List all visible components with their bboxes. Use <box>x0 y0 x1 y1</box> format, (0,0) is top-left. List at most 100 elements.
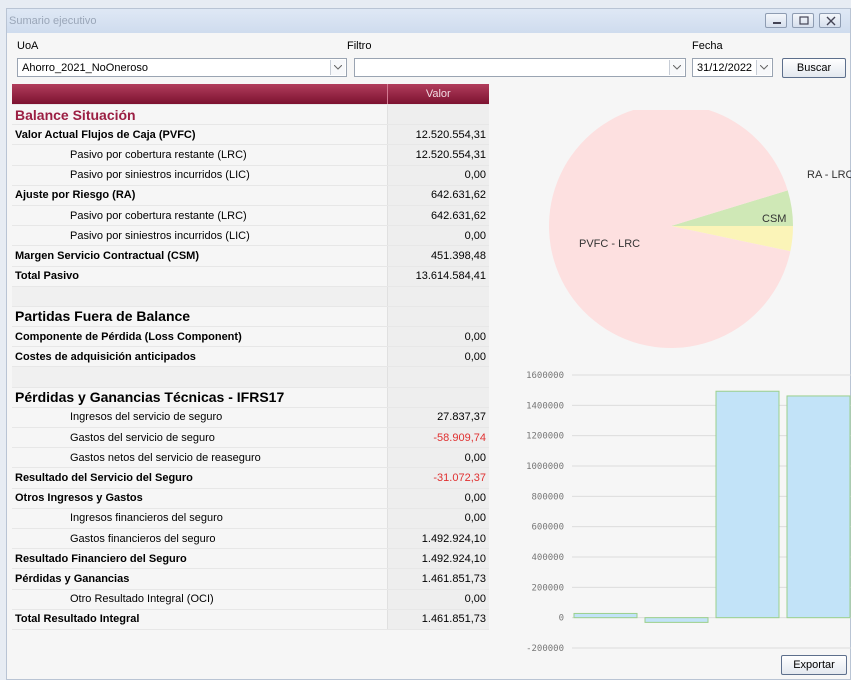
row-value <box>386 104 489 126</box>
table-row[interactable]: Pérdidas y Ganancias Técnicas - IFRS17 <box>12 387 489 408</box>
y-tick-label: 1000000 <box>526 462 564 472</box>
row-value: 0,00 <box>386 346 489 368</box>
row-value: 0,00 <box>386 225 489 247</box>
row-label: Componente de Pérdida (Loss Component) <box>12 326 387 348</box>
table-row[interactable]: Otros Ingresos y Gastos 0,00 <box>12 488 489 509</box>
fecha-dropdown-button[interactable] <box>756 60 771 75</box>
table-row[interactable]: Balance Situación <box>12 104 489 126</box>
table-row[interactable]: Gastos financieros del seguro 1.492.924,1… <box>12 528 489 550</box>
row-label: Pasivo por cobertura restante (LRC) <box>12 144 387 166</box>
table-row[interactable]: Ingresos del servicio de seguro 27.837,37 <box>12 407 489 429</box>
row-value: 0,00 <box>386 589 489 610</box>
fecha-value: 31/12/2022 <box>697 62 753 74</box>
filtro-dropdown-button[interactable] <box>669 60 684 75</box>
table-row[interactable]: Otro Resultado Integral (OCI) 0,00 <box>12 589 489 610</box>
fecha-label: Fecha <box>692 40 723 52</box>
y-tick-label: 1200000 <box>526 432 564 442</box>
y-tick-label: 1600000 <box>526 371 564 381</box>
chevron-down-icon <box>673 65 681 70</box>
row-value: 1.492.924,10 <box>386 528 489 550</box>
row-label: Total Pasivo <box>12 266 387 287</box>
row-value: 12.520.554,31 <box>386 124 489 146</box>
row-value: 451.398,48 <box>386 245 489 267</box>
minimize-icon <box>773 22 781 24</box>
uoa-label: UoA <box>17 40 39 52</box>
table-row[interactable]: Gastos netos del servicio de reaseguro 0,… <box>12 447 489 469</box>
table-row[interactable]: Pasivo por cobertura restante (LRC) 12.52… <box>12 144 489 166</box>
summary-table: Valor Balance Situación Valor Actual Flujo… <box>12 84 489 630</box>
uoa-dropdown-button[interactable] <box>330 60 345 75</box>
row-value: 642.631,62 <box>386 205 489 227</box>
y-tick-label: 1400000 <box>526 401 564 411</box>
row-value: 13.614.584,41 <box>386 266 489 287</box>
row-value: 0,00 <box>386 488 489 509</box>
y-tick-label: 600000 <box>531 523 564 533</box>
row-value: 0,00 <box>386 508 489 529</box>
row-label: Otro Resultado Integral (OCI) <box>12 589 387 610</box>
table-row[interactable]: Ajuste por Riesgo (RA) 642.631,62 <box>12 185 489 206</box>
table-row[interactable]: Total Pasivo 13.614.584,41 <box>12 266 489 287</box>
table-row[interactable] <box>12 286 489 307</box>
table-header-label <box>12 84 387 105</box>
table-row[interactable]: Componente de Pérdida (Loss Component) 0,… <box>12 326 489 348</box>
row-value: 12.520.554,31 <box>386 144 489 166</box>
row-label: Ajuste por Riesgo (RA) <box>12 185 387 206</box>
fecha-picker[interactable]: 31/12/2022 <box>692 58 773 77</box>
row-label: Pasivo por cobertura restante (LRC) <box>12 205 387 227</box>
row-label: Balance Situación <box>12 104 387 126</box>
row-label: Gastos netos del servicio de reaseguro <box>12 447 387 469</box>
table-row[interactable]: Total Resultado Integral 1.461.851,73 <box>12 609 489 630</box>
minimize-button[interactable] <box>765 13 787 28</box>
row-value <box>386 366 489 388</box>
pie-chart: PVFC - LRC RA - LRC CSM <box>549 110 851 348</box>
table-row[interactable]: Pasivo por cobertura restante (LRC) 642.6… <box>12 205 489 227</box>
filtro-label: Filtro <box>347 40 372 52</box>
row-value: 642.631,62 <box>386 185 489 206</box>
buscar-button[interactable]: Buscar <box>782 58 846 78</box>
uoa-select-value: Ahorro_2021_NoOneroso <box>22 62 148 74</box>
y-tick-label: 400000 <box>531 553 564 563</box>
bar-chart: 1600000 1400000 1200000 1000000 800000 600000… <box>526 371 851 654</box>
row-value: 0,00 <box>386 326 489 348</box>
table-row[interactable]: Valor Actual Flujos de Caja (PVFC) 12.520… <box>12 124 489 146</box>
row-value: -31.072,37 <box>386 467 489 489</box>
close-icon <box>826 16 836 26</box>
y-tick-label: 200000 <box>531 583 564 593</box>
row-label: Otros Ingresos y Gastos <box>12 488 387 509</box>
pie-label-csm: CSM <box>762 213 786 225</box>
table-row[interactable]: Margen Servicio Contractual (CSM) 451.398… <box>12 245 489 267</box>
table-row[interactable]: Resultado Financiero del Seguro 1.492.924… <box>12 548 489 570</box>
table-row[interactable]: Resultado del Servicio del Seguro -31.072… <box>12 467 489 489</box>
row-label: Resultado Financiero del Seguro <box>12 548 387 570</box>
maximize-button[interactable] <box>792 13 814 28</box>
y-tick-label: -200000 <box>526 644 564 654</box>
table-row[interactable]: Pérdidas y Ganancias 1.461.851,73 <box>12 568 489 590</box>
y-tick-label: 0 <box>559 614 564 624</box>
row-value: 1.461.851,73 <box>386 609 489 630</box>
table-row[interactable] <box>12 366 489 388</box>
row-label: Gastos del servicio de seguro <box>12 427 387 449</box>
table-row[interactable]: Pasivo por siniestros incurridos (LIC) 0,… <box>12 165 489 186</box>
uoa-select[interactable]: Ahorro_2021_NoOneroso <box>17 58 347 77</box>
row-label: Partidas Fuera de Balance <box>12 306 387 328</box>
table-row[interactable]: Partidas Fuera de Balance <box>12 306 489 328</box>
table-row[interactable]: Ingresos financieros del seguro 0,00 <box>12 508 489 529</box>
table-row[interactable]: Costes de adquisición anticipados 0,00 <box>12 346 489 368</box>
table-header-value: Valor <box>386 84 489 105</box>
filtro-select[interactable] <box>354 58 686 77</box>
row-value: 1.461.851,73 <box>386 568 489 590</box>
table-row[interactable]: Gastos del servicio de seguro -58.909,74 <box>12 427 489 449</box>
row-value: -58.909,74 <box>386 427 489 449</box>
row-label: Ingresos financieros del seguro <box>12 508 387 529</box>
bar-1 <box>573 612 638 619</box>
close-button[interactable] <box>819 13 841 28</box>
row-value: 0,00 <box>386 165 489 186</box>
row-label: Gastos financieros del seguro <box>12 528 387 550</box>
chevron-down-icon <box>334 65 342 70</box>
row-label <box>12 286 387 307</box>
row-value: 1.492.924,10 <box>386 548 489 570</box>
row-label: Resultado del Servicio del Seguro <box>12 467 387 489</box>
row-label: Pérdidas y Ganancias Técnicas - IFRS17 <box>12 387 387 408</box>
table-row[interactable]: Pasivo por siniestros incurridos (LIC) 0,… <box>12 225 489 247</box>
row-label: Margen Servicio Contractual (CSM) <box>12 245 387 267</box>
